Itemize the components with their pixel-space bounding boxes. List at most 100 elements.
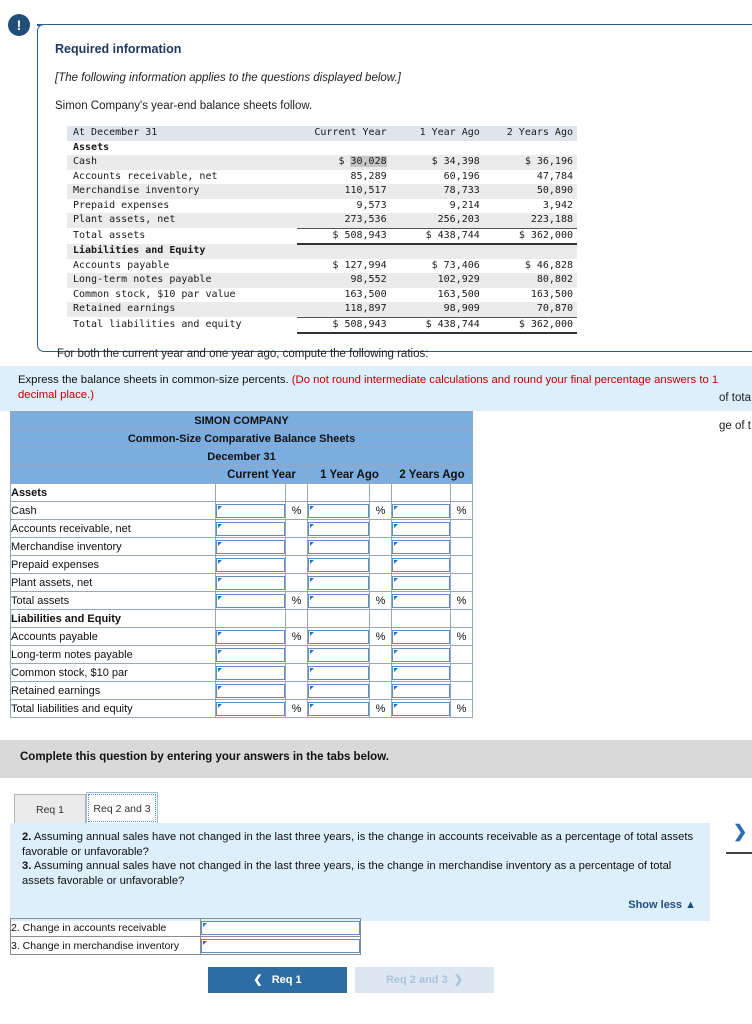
answer-input[interactable]: [201, 938, 360, 953]
percent-input[interactable]: [392, 575, 450, 590]
table-row: Plant assets, net: [10, 573, 474, 592]
percent-input[interactable]: [392, 557, 450, 572]
percent-input[interactable]: [216, 665, 285, 680]
percent-input-cell[interactable]: [391, 681, 451, 700]
common-size-title-row: SIMON COMPANY: [9, 411, 474, 430]
percent-input[interactable]: [308, 557, 369, 572]
show-less-link[interactable]: Show less ▲: [22, 898, 696, 913]
percent-input-cell[interactable]: [215, 681, 286, 700]
answer-input-cell[interactable]: [200, 918, 361, 937]
percent-input-cell[interactable]: [391, 573, 451, 592]
percent-input[interactable]: [392, 701, 450, 716]
percent-input[interactable]: [392, 665, 450, 680]
percent-input[interactable]: [392, 539, 450, 554]
common-size-title-row: Common-Size Comparative Balance Sheets: [9, 429, 474, 448]
percent-input[interactable]: [392, 647, 450, 662]
next-req-button[interactable]: Req 2 and 3 ❯: [355, 967, 494, 993]
percent-input-cell[interactable]: [215, 501, 286, 520]
percent-input-cell[interactable]: [307, 537, 370, 556]
percent-input[interactable]: [308, 701, 369, 716]
percent-input[interactable]: [308, 665, 369, 680]
tab-req-2-and-3[interactable]: Req 2 and 3: [86, 792, 158, 824]
percent-symbol: [285, 555, 308, 574]
percent-input[interactable]: [216, 593, 285, 608]
common-size-table-wrapper: SIMON COMPANY Common-Size Comparative Bal…: [9, 411, 474, 718]
percent-input-cell[interactable]: [391, 591, 451, 610]
percent-input[interactable]: [308, 647, 369, 662]
chevron-right-icon[interactable]: ❯: [733, 822, 747, 842]
question-3-text: Assuming annual sales have not changed i…: [22, 860, 672, 887]
percent-input-cell[interactable]: [307, 519, 370, 538]
percent-input-cell[interactable]: [391, 627, 451, 646]
percent-input-cell[interactable]: [215, 663, 286, 682]
percent-input[interactable]: [392, 593, 450, 608]
row-label: Total liabilities and equity: [10, 699, 216, 718]
percent-input-cell[interactable]: [391, 699, 451, 718]
percent-input-cell[interactable]: [307, 699, 370, 718]
percent-input-cell[interactable]: [391, 645, 451, 664]
percent-input[interactable]: [308, 683, 369, 698]
percent-input-cell[interactable]: [215, 591, 286, 610]
percent-input[interactable]: [308, 521, 369, 536]
percent-symbol: %: [449, 501, 474, 520]
percent-input-cell[interactable]: [307, 501, 370, 520]
prev-req-label: Req 1: [271, 974, 302, 986]
percent-input-cell[interactable]: [391, 537, 451, 556]
percent-input[interactable]: [392, 683, 450, 698]
empty-cell: [391, 483, 451, 502]
empty-cell: [215, 609, 286, 628]
percent-symbol: [449, 519, 474, 538]
tab-req-1[interactable]: Req 1: [14, 794, 86, 824]
percent-input-cell[interactable]: [391, 501, 451, 520]
balance-sheet-table: At December 31 Current Year 1 Year Ago 2 Ye…: [67, 126, 577, 334]
percent-input[interactable]: [216, 683, 285, 698]
percent-input[interactable]: [216, 647, 285, 662]
percent-input-cell[interactable]: [215, 555, 286, 574]
percent-input[interactable]: [216, 503, 285, 518]
percent-input[interactable]: [308, 503, 369, 518]
percent-input[interactable]: [216, 575, 285, 590]
page-title: Required information: [55, 42, 182, 56]
common-size-group-row: Assets: [10, 483, 474, 502]
percent-input[interactable]: [392, 503, 450, 518]
percent-input-cell[interactable]: [215, 573, 286, 592]
percent-input-cell[interactable]: [391, 555, 451, 574]
percent-input-cell[interactable]: [307, 591, 370, 610]
percent-input[interactable]: [216, 701, 285, 716]
percent-input[interactable]: [308, 575, 369, 590]
percent-symbol: %: [285, 699, 308, 718]
answer-input[interactable]: [201, 920, 360, 935]
percent-input-cell[interactable]: [307, 645, 370, 664]
percent-input[interactable]: [216, 539, 285, 554]
percent-input-cell[interactable]: [215, 699, 286, 718]
percent-input-cell[interactable]: [307, 573, 370, 592]
percent-input[interactable]: [308, 593, 369, 608]
percent-input[interactable]: [216, 629, 285, 644]
percent-input-cell[interactable]: [391, 663, 451, 682]
percent-input-cell[interactable]: [307, 681, 370, 700]
percent-input-cell[interactable]: [215, 645, 286, 664]
percent-input[interactable]: [308, 539, 369, 554]
table-row: Long-term notes payable: [10, 645, 474, 664]
percent-input[interactable]: [216, 557, 285, 572]
percent-input-cell[interactable]: [307, 663, 370, 682]
highlighted-value: $ 30,028: [297, 155, 391, 170]
empty-cell: [391, 609, 451, 628]
prev-req-button[interactable]: ❮ Req 1: [208, 967, 347, 993]
percent-input-cell[interactable]: [215, 519, 286, 538]
percent-input-cell[interactable]: [215, 537, 286, 556]
table-row: Total liabilities and equity%%%: [10, 699, 474, 718]
percent-input-cell[interactable]: [307, 627, 370, 646]
percent-input-cell[interactable]: [307, 555, 370, 574]
answer-input-cell[interactable]: [200, 936, 361, 955]
table-row: Long-term notes payable 98,552 102,929 80,8…: [67, 273, 577, 288]
percent-input-cell[interactable]: [215, 627, 286, 646]
percent-input[interactable]: [392, 521, 450, 536]
percent-input-cell[interactable]: [391, 519, 451, 538]
percent-symbol: [449, 645, 474, 664]
percent-symbol: [449, 573, 474, 592]
percent-input[interactable]: [308, 629, 369, 644]
percent-input[interactable]: [216, 521, 285, 536]
percent-input[interactable]: [392, 629, 450, 644]
lead-text: Simon Company's year-end balance sheets …: [55, 100, 313, 112]
